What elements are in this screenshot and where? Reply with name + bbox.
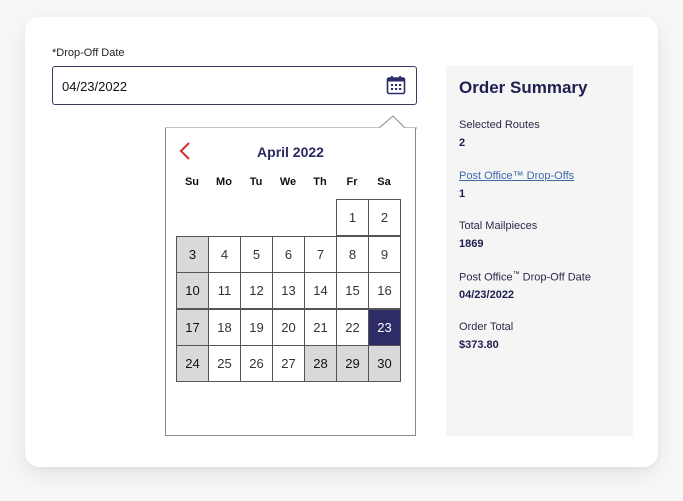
day-11[interactable]: 11 bbox=[208, 272, 241, 309]
order-summary-title: Order Summary bbox=[459, 78, 588, 97]
weekday-we: We bbox=[279, 176, 297, 188]
day-13[interactable]: 13 bbox=[272, 272, 305, 309]
drop-off-date-input[interactable]: 04/23/2022 bbox=[52, 66, 417, 105]
day-18[interactable]: 18 bbox=[208, 308, 241, 346]
day-9[interactable]: 9 bbox=[368, 235, 401, 273]
day-12[interactable]: 12 bbox=[240, 272, 273, 309]
month-title: April 2022 bbox=[257, 144, 324, 160]
summary-value-4: $373.80 bbox=[459, 339, 499, 351]
day-4[interactable]: 4 bbox=[208, 235, 241, 273]
day-28[interactable]: 28 bbox=[304, 345, 337, 382]
day-8[interactable]: 8 bbox=[336, 235, 369, 273]
day-2[interactable]: 2 bbox=[368, 199, 401, 236]
summary-label-3: Post Office™ Drop-Off Date bbox=[459, 270, 591, 284]
day-7[interactable]: 7 bbox=[304, 235, 337, 273]
day-23[interactable]: 23 bbox=[368, 308, 401, 346]
day-30[interactable]: 30 bbox=[368, 345, 401, 382]
day-26[interactable]: 26 bbox=[240, 345, 273, 382]
day-10[interactable]: 10 bbox=[176, 272, 209, 309]
day-29[interactable]: 29 bbox=[336, 345, 369, 382]
summary-value-3: 04/23/2022 bbox=[459, 288, 515, 301]
day-19[interactable]: 19 bbox=[240, 308, 273, 346]
day-3[interactable]: 3 bbox=[176, 235, 209, 273]
day-22[interactable]: 22 bbox=[336, 308, 369, 346]
day-24[interactable]: 24 bbox=[176, 345, 209, 382]
summary-value-2: 1869 bbox=[459, 238, 484, 250]
summary-value-1: 1 bbox=[459, 187, 466, 200]
day-6[interactable]: 6 bbox=[272, 235, 305, 273]
day-25[interactable]: 25 bbox=[208, 345, 241, 382]
drop-off-date-label: *Drop-Off Date bbox=[52, 47, 125, 59]
weekday-fr: Fr bbox=[346, 176, 358, 188]
day-5[interactable]: 5 bbox=[240, 235, 273, 273]
weekday-tu: Tu bbox=[249, 176, 263, 188]
weekday-su: Su bbox=[184, 176, 200, 188]
summary-link-1[interactable]: Post Office™ Drop-Offs bbox=[459, 170, 574, 182]
date-value: 04/23/2022 bbox=[62, 79, 128, 94]
weekday-sa: Sa bbox=[377, 176, 391, 188]
day-14[interactable]: 14 bbox=[304, 272, 337, 309]
weekday-th: Th bbox=[313, 176, 327, 188]
order-summary-panel: Order Summary Selected Routes 2 Post Offic… bbox=[446, 66, 633, 436]
day-1[interactable]: 1 bbox=[336, 199, 369, 236]
summary-label-2: Total Mailpieces bbox=[459, 220, 538, 232]
summary-label-4: Order Total bbox=[459, 321, 514, 333]
day-15[interactable]: 15 bbox=[336, 272, 369, 309]
calendar-icon[interactable] bbox=[386, 75, 406, 95]
summary-label-0: Selected Routes bbox=[459, 119, 540, 131]
day-20[interactable]: 20 bbox=[272, 308, 305, 346]
weekday-mo: Mo bbox=[216, 176, 232, 188]
day-16[interactable]: 16 bbox=[368, 272, 401, 309]
summary-value-0: 2 bbox=[459, 137, 466, 149]
day-17[interactable]: 17 bbox=[176, 308, 209, 346]
day-27[interactable]: 27 bbox=[272, 345, 305, 382]
day-21[interactable]: 21 bbox=[304, 308, 337, 346]
